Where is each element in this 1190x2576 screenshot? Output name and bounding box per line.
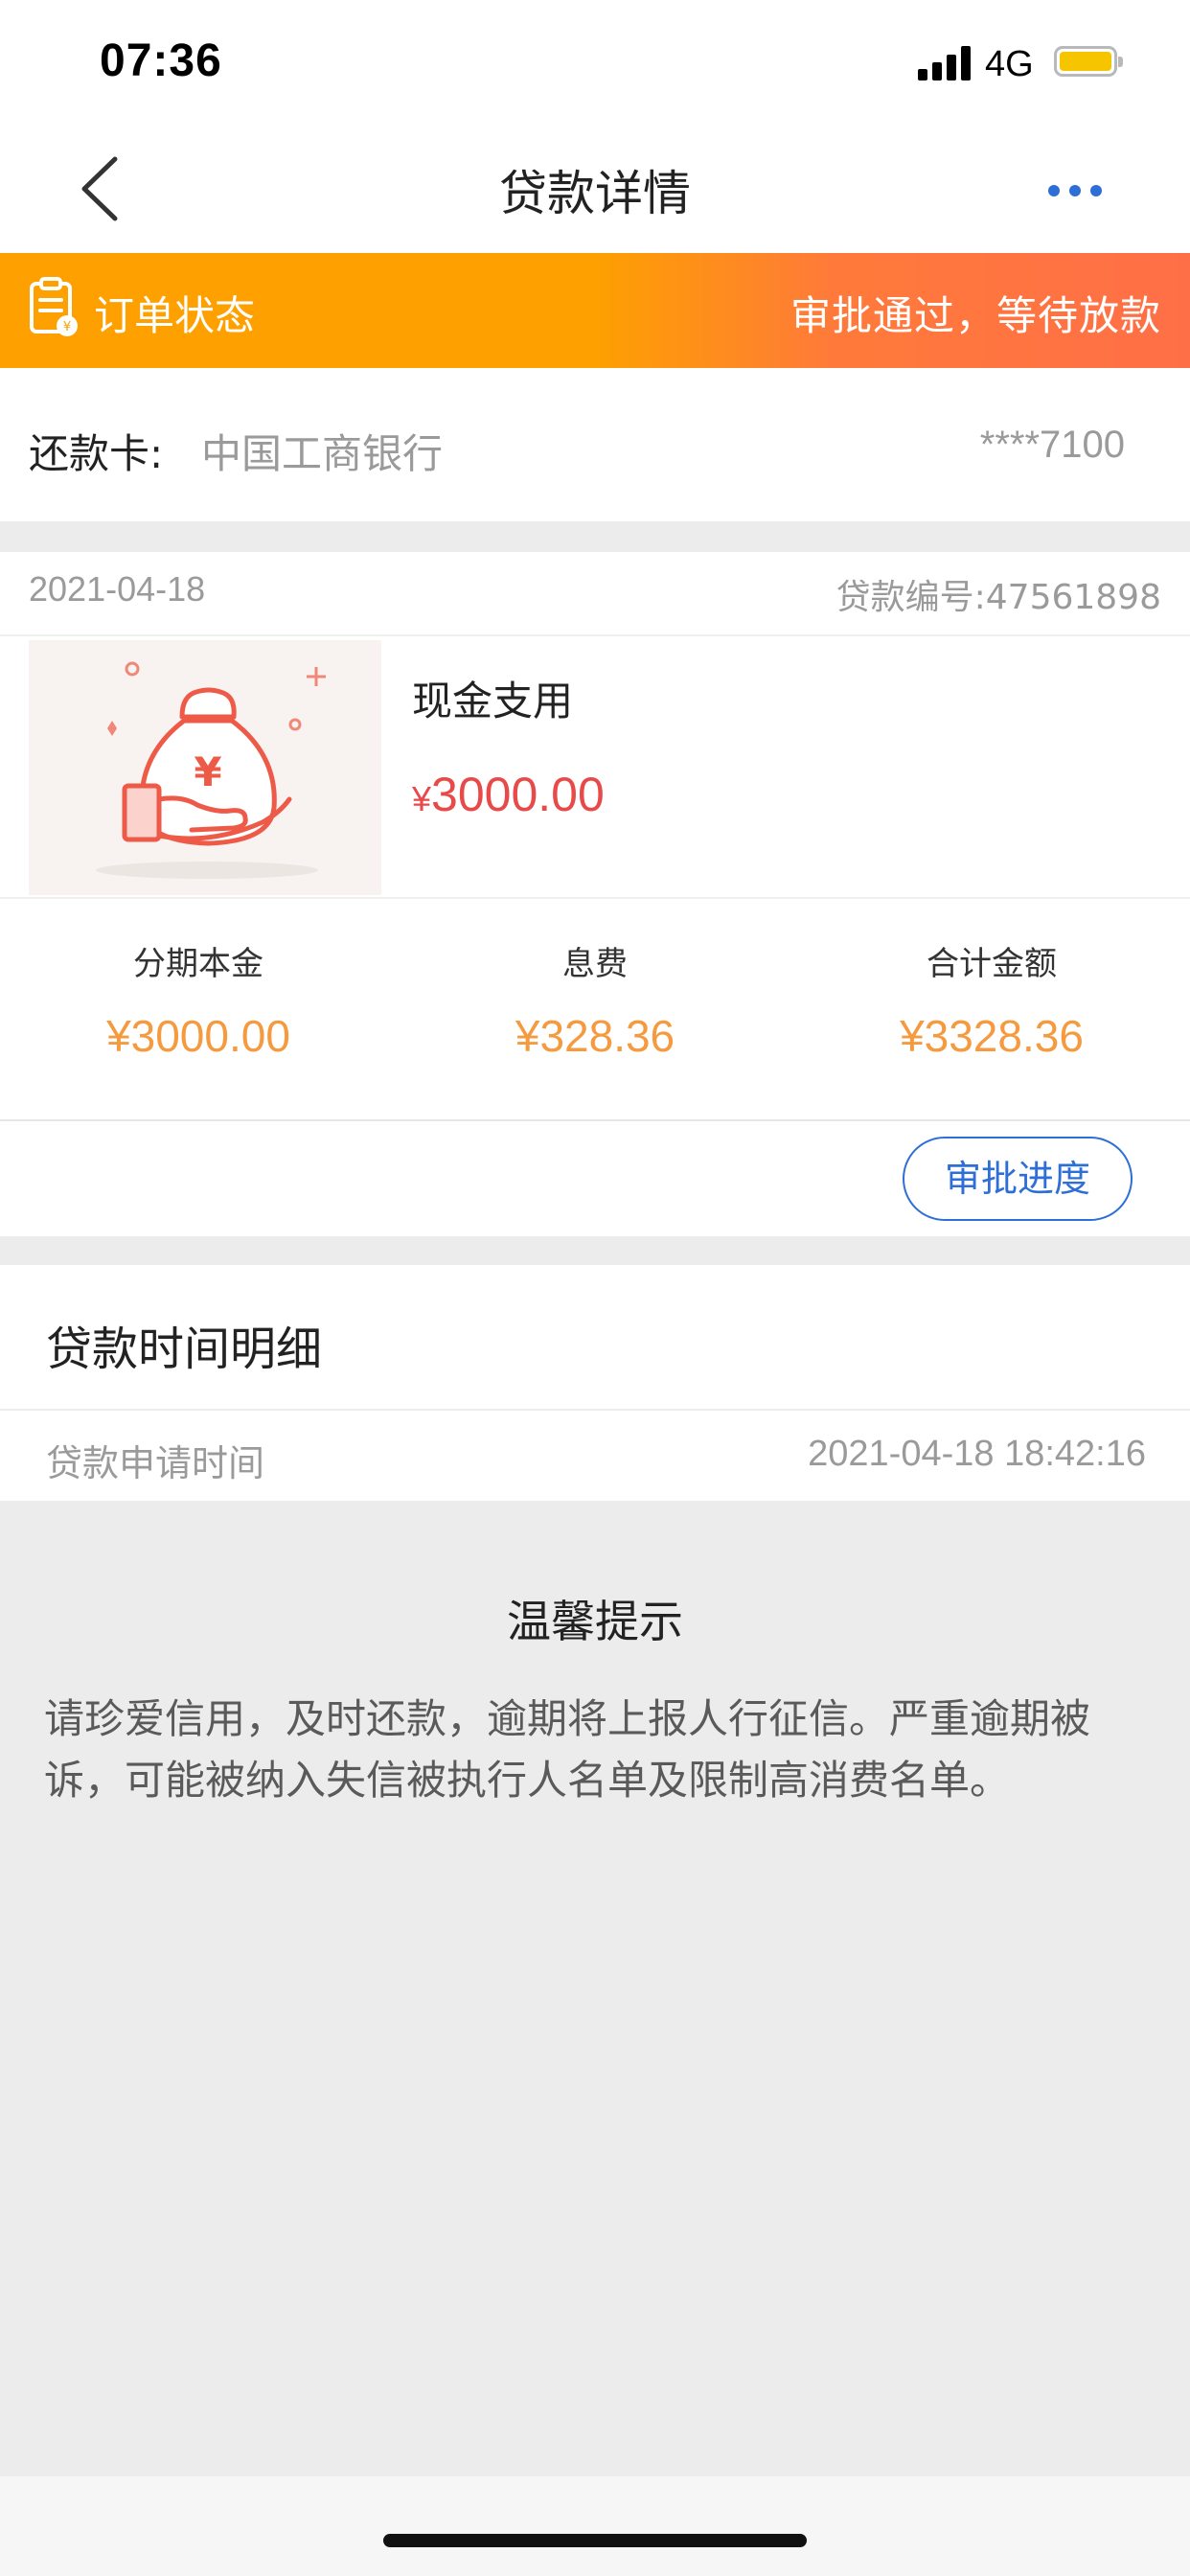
order-status-label: 订单状态	[94, 292, 256, 339]
interest-label: 息费	[562, 945, 628, 983]
clipboard-icon: ¥	[27, 276, 80, 339]
interest-value: ¥328.36	[515, 1011, 675, 1061]
product-price: ¥3000.00	[412, 767, 605, 822]
loan-info-card: 2021-04-18 贷款编号:47561898 ¥ 现金支用 ¥3000.00	[0, 552, 1190, 1236]
back-icon[interactable]	[75, 155, 136, 222]
total-label: 合计金额	[927, 945, 1057, 983]
tips-text: 请珍爱信用，及时还款，逾期将上报人行征信。严重逾期被诉，可能被纳入失信被执行人名…	[44, 1695, 1091, 1804]
currency-symbol: ¥	[412, 779, 432, 818]
status-time: 07:36	[100, 35, 222, 86]
svg-text:¥: ¥	[194, 748, 221, 795]
approval-progress-button[interactable]: 审批进度	[903, 1137, 1133, 1221]
principal-label: 分期本金	[133, 945, 263, 983]
money-bag-hand-icon: ¥	[29, 640, 381, 895]
divider	[0, 1119, 1190, 1121]
repay-card-number: ****7100	[979, 424, 1125, 466]
signal-icon	[918, 46, 972, 80]
svg-text:¥: ¥	[63, 320, 71, 334]
repay-card-label: 还款卡:	[29, 430, 164, 477]
status-bar: 07:36 4G	[0, 0, 1190, 126]
home-indicator[interactable]	[383, 2534, 807, 2547]
apply-time-label: 贷款申请时间	[46, 1442, 265, 1484]
divider	[0, 897, 1190, 899]
nav-bar: 贷款详情	[0, 126, 1190, 253]
apply-time-value: 2021-04-18 18:42:16	[808, 1434, 1146, 1474]
product-name: 现金支用	[412, 678, 574, 724]
battery-icon	[1054, 46, 1123, 77]
product-price-value: 3000.00	[431, 768, 605, 821]
page-title: 贷款详情	[499, 166, 691, 221]
order-status-banner: ¥ 订单状态 审批通过，等待放款	[0, 253, 1190, 368]
loan-time-detail: 贷款时间明细 贷款申请时间 2021-04-18 18:42:16	[0, 1265, 1190, 1501]
loan-header: 2021-04-18 贷款编号:47561898	[0, 552, 1190, 636]
network-label: 4G	[985, 44, 1034, 84]
bottom-area	[0, 2476, 1190, 2576]
repay-card-row[interactable]: 还款卡: 中国工商银行 ****7100	[0, 368, 1190, 521]
total-value: ¥3328.36	[900, 1011, 1084, 1061]
loan-date: 2021-04-18	[29, 569, 206, 609]
tips-title: 温馨提示	[507, 1596, 683, 1647]
principal-value: ¥3000.00	[106, 1011, 290, 1061]
divider	[0, 1409, 1190, 1411]
loan-number: 贷款编号:47561898	[835, 578, 1161, 617]
order-status-value: 审批通过，等待放款	[790, 292, 1161, 339]
more-icon[interactable]	[1044, 176, 1106, 205]
section-title: 贷款时间明细	[46, 1322, 323, 1376]
repay-card-bank: 中国工商银行	[201, 430, 444, 477]
